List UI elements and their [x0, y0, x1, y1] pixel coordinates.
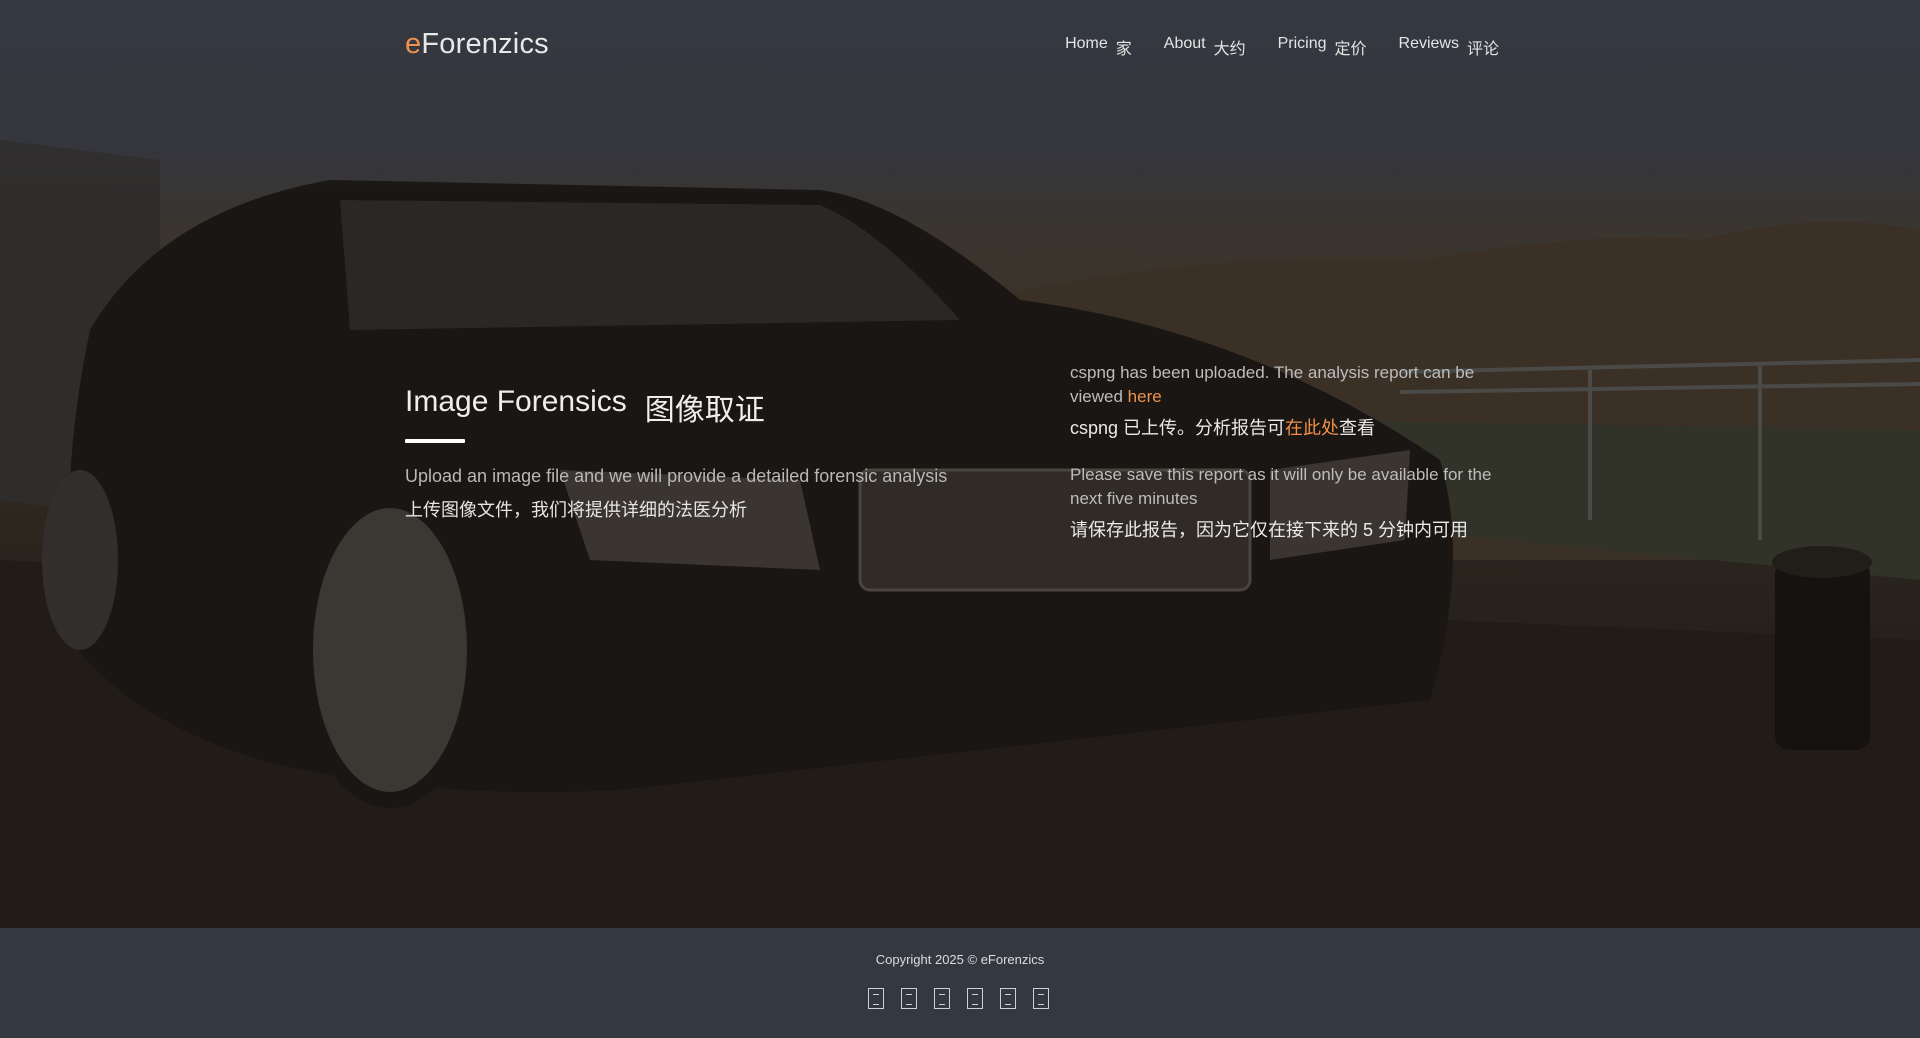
social-icon-1[interactable]	[868, 988, 884, 1009]
save-notice-zh: 请保存此报告，因为它仅在接下来的 5 分钟内可用	[1070, 520, 1469, 540]
nav-home-label-en: Home	[1065, 35, 1108, 52]
nav-home[interactable]: Home 家	[1065, 35, 1132, 59]
nav-reviews[interactable]: Reviews 评论	[1399, 35, 1499, 59]
nav-reviews-label-zh: 评论	[1466, 41, 1499, 58]
save-notice-en: Please save this report as it will only …	[1070, 465, 1492, 508]
site-footer: Copyright 2025 © eForenzics	[0, 928, 1920, 1038]
report-link-zh[interactable]: 在此处	[1285, 418, 1339, 438]
nav-pricing[interactable]: Pricing 定价	[1278, 35, 1367, 59]
logo-accent: e	[405, 28, 422, 60]
logo-text: Forenzics	[421, 28, 549, 60]
hero-background	[0, 0, 1920, 928]
description-en: Upload an image file and we will provide…	[405, 466, 948, 486]
upload-message-zh: cspng 已上传。分析报告可在此处查看	[1070, 415, 1510, 441]
social-links	[868, 988, 1049, 1009]
social-icon-2[interactable]	[901, 988, 917, 1009]
nav-pricing-label-zh: 定价	[1334, 41, 1367, 58]
nav-reviews-label-en: Reviews	[1398, 35, 1459, 52]
social-icon-3[interactable]	[934, 988, 950, 1009]
nav-pricing-label-en: Pricing	[1277, 35, 1327, 52]
nav-about[interactable]: About 大约	[1164, 35, 1246, 59]
nav-about-label-zh: 大约	[1213, 41, 1246, 58]
page-title-zh: 图像取证	[644, 394, 765, 427]
upload-message-zh-pre: cspng 已上传。分析报告可	[1070, 418, 1286, 438]
report-link-en[interactable]: here	[1128, 387, 1162, 406]
copyright-text: Copyright 2025 © eForenzics	[875, 952, 1045, 967]
nav-home-label-zh: 家	[1115, 41, 1132, 58]
title-underline	[405, 439, 465, 443]
upload-message-zh-post: 查看	[1339, 418, 1376, 438]
description-zh: 上传图像文件，我们将提供详细的法医分析	[405, 500, 747, 520]
main-nav: Home 家 About 大约 Pricing 定价 Reviews 评论	[1065, 35, 1499, 59]
social-icon-6[interactable]	[1033, 988, 1049, 1009]
upload-message-en: cspng has been uploaded. The analysis re…	[1070, 361, 1510, 409]
page-title-en: Image Forensics	[405, 385, 627, 418]
social-icon-5[interactable]	[1000, 988, 1016, 1009]
social-icon-4[interactable]	[967, 988, 983, 1009]
page-title: Image Forensics 图像取证	[405, 385, 765, 429]
nav-about-label-en: About	[1163, 35, 1206, 52]
upload-status-panel: cspng has been uploaded. The analysis re…	[1070, 361, 1510, 543]
site-logo[interactable]: eForenzics	[405, 28, 549, 61]
